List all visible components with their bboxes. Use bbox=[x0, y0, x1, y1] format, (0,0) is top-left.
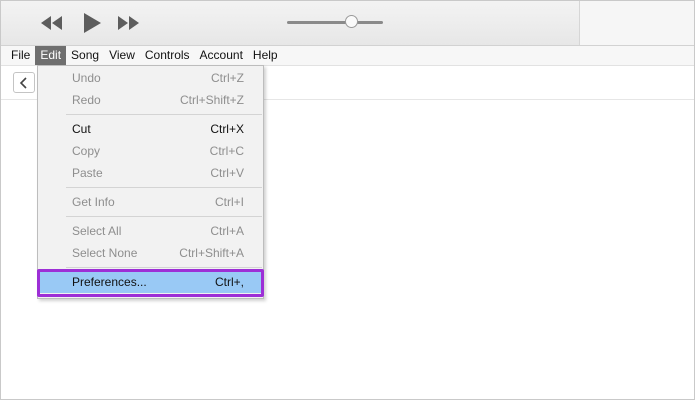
fast-forward-icon[interactable] bbox=[115, 11, 141, 35]
volume-slider[interactable] bbox=[287, 15, 383, 28]
menu-item-redo[interactable]: Redo Ctrl+Shift+Z bbox=[39, 90, 262, 111]
rewind-icon[interactable] bbox=[39, 11, 65, 35]
menu-account[interactable]: Account bbox=[195, 46, 248, 65]
play-icon[interactable] bbox=[81, 11, 103, 35]
menu-view[interactable]: View bbox=[104, 46, 140, 65]
menu-item-shortcut: Ctrl+Z bbox=[211, 71, 244, 85]
menu-item-undo[interactable]: Undo Ctrl+Z bbox=[39, 68, 262, 89]
chevron-left-icon bbox=[19, 77, 27, 89]
status-display-area bbox=[579, 1, 694, 45]
menu-item-shortcut: Ctrl+I bbox=[214, 195, 244, 209]
menu-item-shortcut: Ctrl+Shift+Z bbox=[179, 93, 244, 107]
menu-separator bbox=[66, 114, 262, 115]
menu-item-shortcut: Ctrl+C bbox=[209, 144, 244, 158]
menu-item-preferences[interactable]: Preferences... Ctrl+, bbox=[39, 272, 262, 293]
menu-song[interactable]: Song bbox=[66, 46, 104, 65]
menu-item-label: Redo bbox=[72, 93, 101, 107]
menu-item-label: Undo bbox=[72, 71, 101, 85]
menu-separator bbox=[66, 187, 262, 188]
volume-slider-thumb[interactable] bbox=[345, 15, 359, 28]
menu-item-select-all[interactable]: Select All Ctrl+A bbox=[39, 221, 262, 242]
menu-separator bbox=[66, 216, 262, 217]
menu-edit[interactable]: Edit bbox=[35, 46, 67, 65]
menu-item-shortcut: Ctrl+A bbox=[210, 224, 244, 238]
menu-help[interactable]: Help bbox=[248, 46, 283, 65]
menu-file[interactable]: File bbox=[6, 46, 35, 65]
menu-item-shortcut: Ctrl+, bbox=[214, 275, 244, 289]
menu-item-label: Select None bbox=[72, 246, 138, 260]
back-button[interactable] bbox=[13, 72, 35, 93]
menu-item-label: Preferences... bbox=[72, 275, 147, 289]
menu-item-label: Paste bbox=[72, 166, 103, 180]
menu-item-shortcut: Ctrl+V bbox=[210, 166, 244, 180]
menu-item-label: Get Info bbox=[72, 195, 115, 209]
player-toolbar bbox=[1, 1, 694, 46]
menu-item-cut[interactable]: Cut Ctrl+X bbox=[39, 119, 262, 140]
menu-controls[interactable]: Controls bbox=[140, 46, 195, 65]
edit-menu-dropdown: Undo Ctrl+Z Redo Ctrl+Shift+Z Cut Ctrl+X Copy C… bbox=[37, 65, 264, 299]
menu-item-shortcut: Ctrl+Shift+A bbox=[179, 246, 244, 260]
menu-bar: File Edit Song View Controls Account Help bbox=[1, 46, 694, 66]
menu-item-label: Copy bbox=[72, 144, 101, 158]
menu-item-get-info[interactable]: Get Info Ctrl+I bbox=[39, 192, 262, 213]
menu-item-label: Select All bbox=[72, 224, 122, 238]
itunes-window: File Edit Song View Controls Account Help Undo… bbox=[0, 0, 695, 400]
menu-item-copy[interactable]: Copy Ctrl+C bbox=[39, 141, 262, 162]
menu-item-paste[interactable]: Paste Ctrl+V bbox=[39, 163, 262, 184]
menu-item-label: Cut bbox=[72, 122, 91, 136]
menu-item-select-none[interactable]: Select None Ctrl+Shift+A bbox=[39, 243, 262, 264]
menu-separator bbox=[66, 267, 262, 268]
menu-item-shortcut: Ctrl+X bbox=[210, 122, 244, 136]
